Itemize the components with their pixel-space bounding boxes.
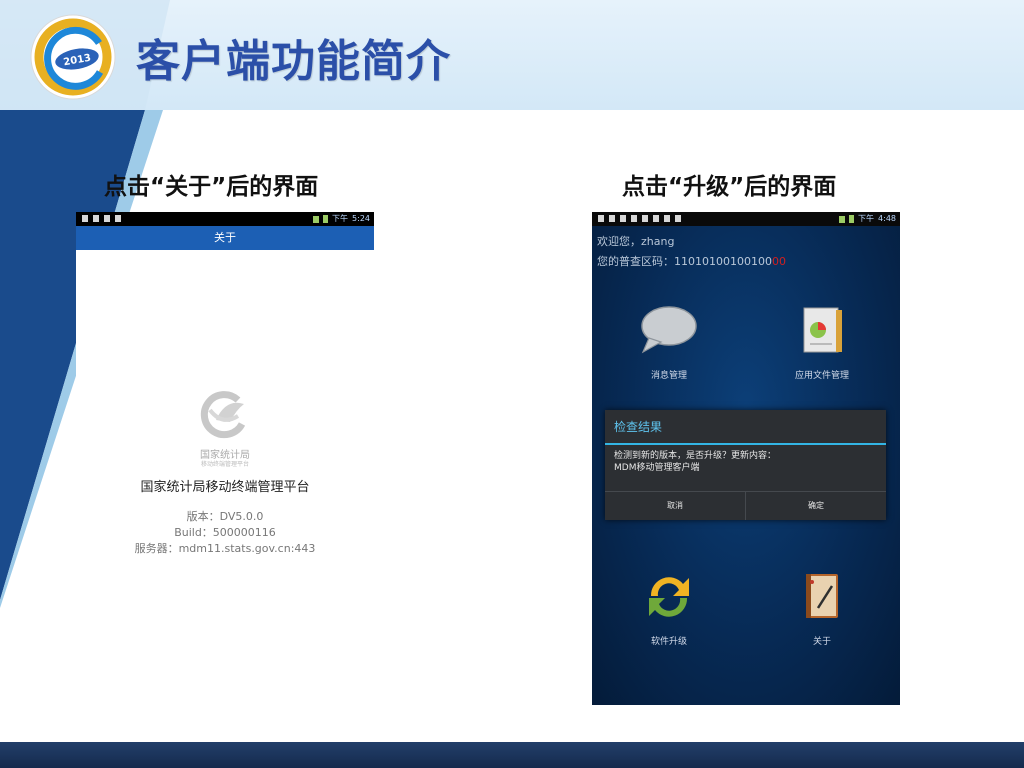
slide-title: 客户端功能简介	[136, 36, 451, 87]
region-code-suffix: 00	[771, 255, 786, 268]
dialog-buttons: 取消 确定	[605, 491, 886, 520]
tile-message-management[interactable]: 消息管理	[619, 304, 719, 381]
org-subtitle: 移动终端管理平台	[200, 461, 249, 468]
tile-software-upgrade[interactable]: 软件升级	[619, 570, 719, 647]
upgrade-check-dialog: 检查结果 检测到新的版本，是否升级？更新内容： MDM移动管理客户端 取消 确定	[605, 410, 886, 520]
refresh-arrows-icon	[649, 577, 689, 617]
cancel-button[interactable]: 取消	[605, 492, 745, 520]
status-time: 4:48	[878, 214, 896, 223]
org-logo-icon	[200, 391, 246, 439]
tile-label: 关于	[812, 637, 831, 647]
status-bar: 下午 4:48	[592, 212, 900, 226]
status-time: 5:24	[352, 214, 370, 223]
dialog-title: 检查结果	[605, 410, 886, 445]
tile-label: 软件升级	[650, 637, 687, 647]
footer-band	[0, 742, 1024, 768]
status-bar: 下午 5:24	[76, 212, 374, 226]
tile-label: 应用文件管理	[794, 371, 849, 381]
tile-label: 消息管理	[650, 371, 687, 381]
dialog-body-line1: 检测到新的版本，是否升级？更新内容：	[614, 451, 777, 461]
server-text: 服务器：mdm11.stats.gov.cn:443	[134, 542, 316, 555]
notification-icons	[82, 215, 121, 222]
about-appbar-title: 关于	[76, 226, 374, 250]
platform-name: 国家统计局移动终端管理平台	[140, 480, 310, 495]
logo-2013: 2013	[30, 14, 116, 100]
caption-about: 点击“关于”后的界面	[104, 174, 319, 200]
status-ampm: 下午	[858, 214, 875, 223]
document-chart-icon	[803, 307, 842, 353]
version-text: 版本：DV5.0.0	[186, 510, 264, 523]
region-code-prefix: 您的普查区码：11010100100100	[597, 255, 772, 268]
signal-icon	[839, 215, 846, 223]
notebook-pen-icon	[806, 574, 838, 618]
status-right: 下午 4:48	[839, 212, 896, 226]
caption-upgrade: 点击“升级”后的界面	[622, 174, 837, 200]
notification-icons	[598, 215, 681, 222]
tile-app-file-management[interactable]: 应用文件管理	[772, 304, 872, 381]
confirm-button[interactable]: 确定	[745, 492, 886, 520]
battery-icon	[849, 215, 855, 223]
tile-about[interactable]: 关于	[772, 570, 872, 647]
upgrade-screenshot: 下午 4:48 欢迎您，zhang 您的普查区码：110101001001000…	[592, 212, 900, 705]
region-code: 您的普查区码：1101010010010000	[597, 253, 786, 269]
status-ampm: 下午	[332, 214, 349, 223]
chat-bubble-icon	[641, 306, 697, 354]
dialog-body-line2: MDM移动管理客户端	[614, 463, 700, 473]
build-text: Build：500000116	[174, 526, 276, 539]
slide: 2013 客户端功能简介 点击“关于”后的界面 点击“升级”后的界面 下午 5:…	[0, 0, 1024, 768]
status-right: 下午 5:24	[313, 212, 370, 226]
signal-icon	[313, 215, 320, 223]
welcome-text: 欢迎您，zhang	[597, 235, 675, 248]
dialog-body: 检测到新的版本，是否升级？更新内容： MDM移动管理客户端	[605, 445, 886, 489]
battery-icon	[323, 215, 329, 223]
about-screenshot: 下午 5:24 关于 国家统计局 移动终端管理平台 国家统计局移动终端管理平台 …	[76, 212, 374, 582]
